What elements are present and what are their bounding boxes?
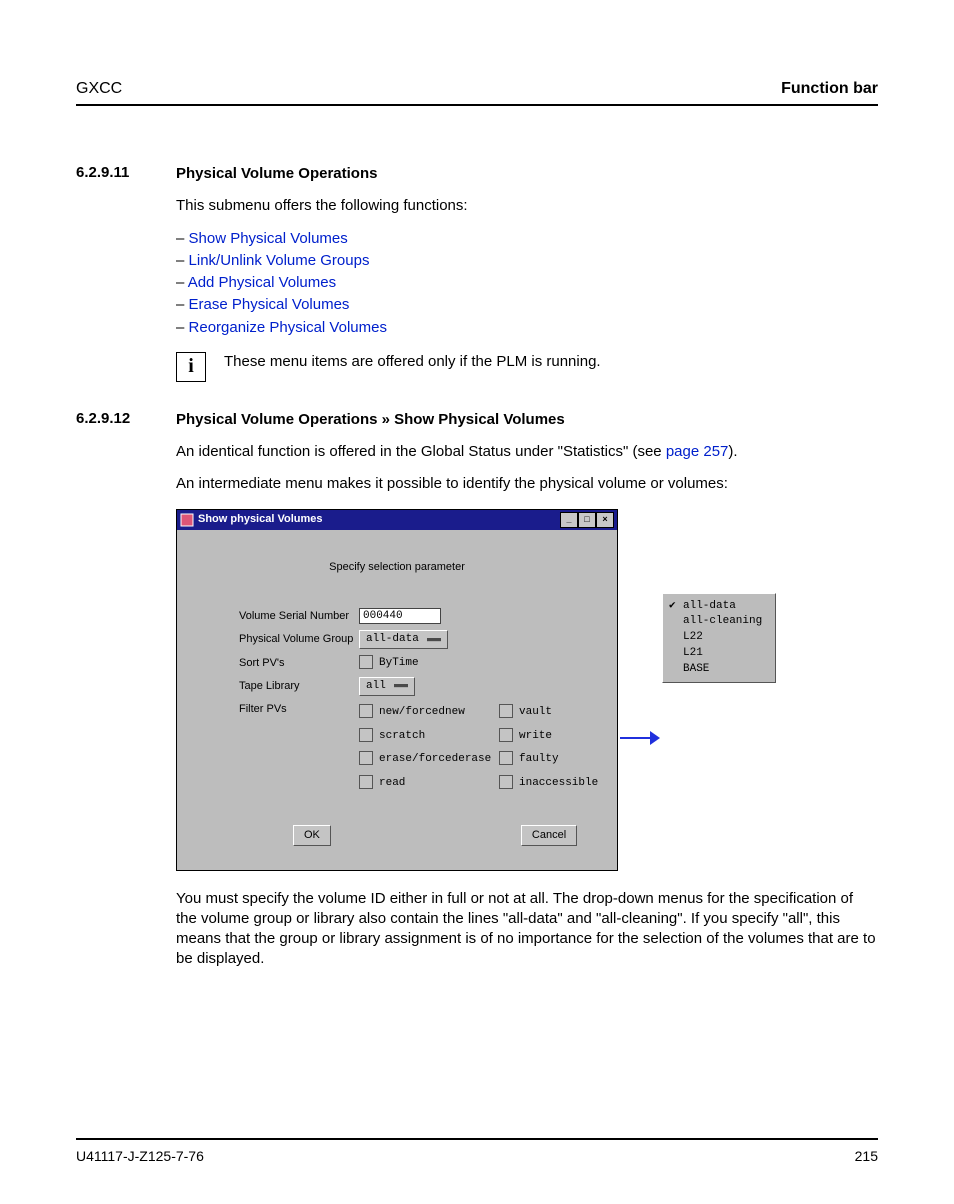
label-pvg: Physical Volume Group — [239, 632, 359, 647]
header-left: GXCC — [76, 80, 122, 98]
section-title: Physical Volume Operations » Show Physic… — [176, 410, 878, 430]
popup-item: L22 — [669, 630, 769, 645]
header-right: Function bar — [781, 80, 878, 98]
section-number: 6.2.9.12 — [76, 410, 176, 982]
filter-scratch: scratch — [359, 728, 499, 744]
titlebar: Show physical Volumes _ □ × — [177, 510, 617, 530]
filter-vault: vault — [499, 704, 629, 720]
label-vsn: Volume Serial Number — [239, 609, 359, 624]
vsn-input[interactable] — [359, 608, 441, 624]
link-show-pv[interactable]: Show Physical Volumes — [189, 230, 348, 247]
link-linkunlink[interactable]: Link/Unlink Volume Groups — [189, 252, 370, 269]
list-item: Erase Physical Volumes — [176, 295, 878, 315]
dialog-title: Show physical Volumes — [198, 512, 323, 527]
link-list: Show Physical Volumes Link/Unlink Volume… — [176, 229, 878, 338]
filter-faulty: faulty — [499, 751, 629, 767]
screenshot-figure: Show physical Volumes _ □ × Specify sele… — [176, 509, 878, 871]
dialog-show-physical-volumes: Show physical Volumes _ □ × Specify sele… — [176, 509, 618, 871]
footer-page-number: 215 — [855, 1148, 878, 1164]
popup-item: BASE — [669, 662, 769, 677]
popup-item: all-cleaning — [669, 614, 769, 629]
section-number: 6.2.9.11 — [76, 164, 176, 410]
dropdown-icon — [394, 684, 408, 688]
list-item: Reorganize Physical Volumes — [176, 318, 878, 338]
link-add-pv[interactable]: Add Physical Volumes — [188, 274, 336, 291]
paragraph: An intermediate menu makes it possible t… — [176, 474, 878, 494]
minimize-button[interactable]: _ — [560, 512, 578, 528]
link-reorg-pv[interactable]: Reorganize Physical Volumes — [189, 319, 387, 336]
paragraph: An identical function is offered in the … — [176, 442, 878, 462]
section-intro: This submenu offers the following functi… — [176, 196, 878, 216]
label-sort: Sort PV's — [239, 656, 359, 671]
page-ref-link[interactable]: page 257 — [666, 443, 729, 460]
list-item: Show Physical Volumes — [176, 229, 878, 249]
filter-inaccessible: inaccessible — [499, 775, 629, 791]
list-item: Link/Unlink Volume Groups — [176, 251, 878, 271]
filter-eraseforcederase: erase/forcederase — [359, 751, 499, 767]
list-item: Add Physical Volumes — [176, 273, 878, 293]
dropdown-popup: ✔all-data all-cleaning L22 L21 BASE — [662, 593, 776, 683]
filter-newforcednew: new/forcednew — [359, 704, 499, 720]
filter-read: read — [359, 775, 499, 791]
page-header: GXCC Function bar — [76, 80, 878, 106]
footer-doc-id: U41117-J-Z125-7-76 — [76, 1148, 204, 1164]
pvg-dropdown[interactable]: all-data — [359, 630, 448, 649]
maximize-button[interactable]: □ — [578, 512, 596, 528]
info-text: These menu items are offered only if the… — [224, 352, 601, 372]
paragraph: You must specify the volume ID either in… — [176, 889, 878, 970]
popup-item: L21 — [669, 646, 769, 661]
popup-item: ✔all-data — [669, 599, 769, 614]
close-button[interactable]: × — [596, 512, 614, 528]
cancel-button[interactable]: Cancel — [521, 825, 577, 846]
lib-dropdown[interactable]: all — [359, 677, 415, 696]
dialog-subtitle: Specify selection parameter — [193, 540, 601, 603]
ok-button[interactable]: OK — [293, 825, 331, 846]
check-icon: ✔ — [669, 599, 679, 614]
sort-checkbox[interactable] — [359, 655, 373, 669]
info-note: i These menu items are offered only if t… — [176, 352, 878, 382]
app-icon — [180, 513, 194, 527]
label-filter: Filter PVs — [239, 702, 359, 717]
callout-arrow — [620, 728, 660, 748]
label-lib: Tape Library — [239, 679, 359, 694]
page-footer: U41117-J-Z125-7-76 215 — [76, 1138, 878, 1164]
info-icon: i — [176, 352, 206, 382]
section-title: Physical Volume Operations — [176, 164, 878, 184]
dropdown-icon — [427, 638, 441, 642]
link-erase-pv[interactable]: Erase Physical Volumes — [189, 296, 350, 313]
filter-write: write — [499, 728, 629, 744]
